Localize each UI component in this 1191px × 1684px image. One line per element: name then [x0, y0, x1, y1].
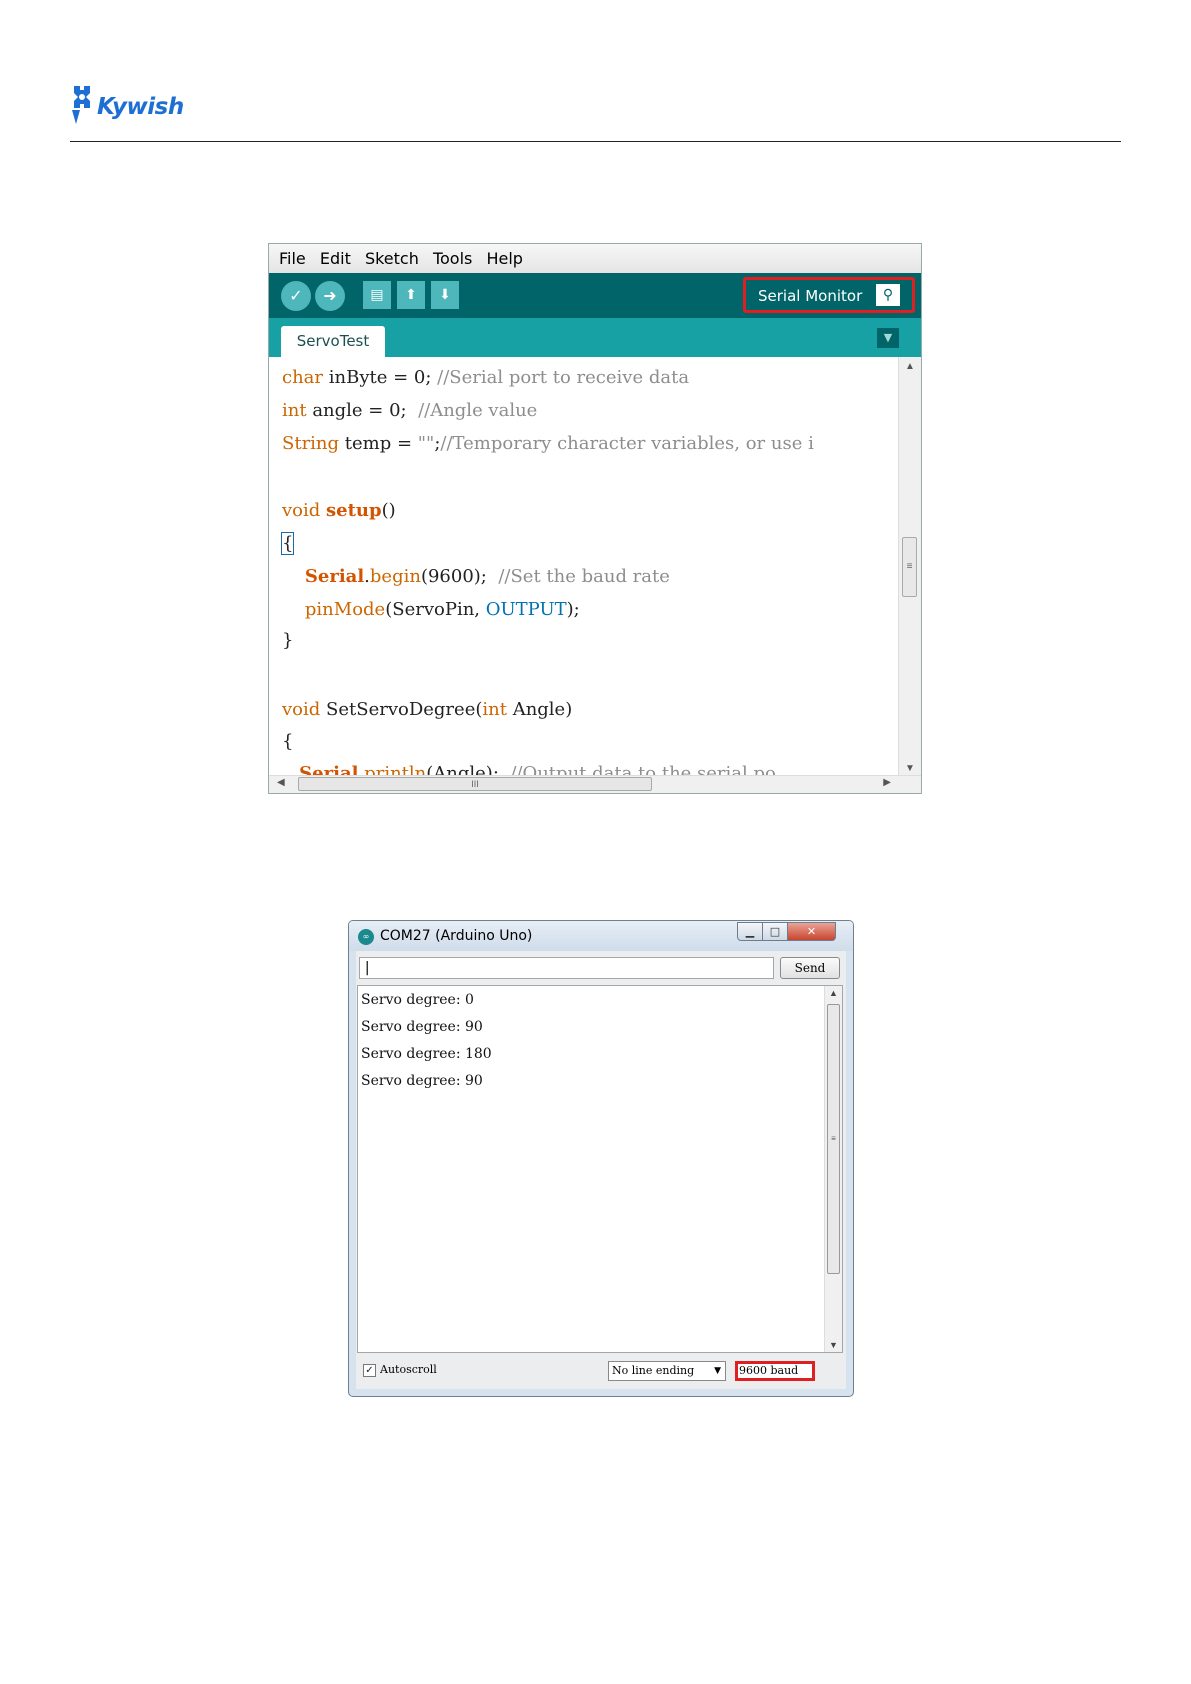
serial-monitor-highlight[interactable]: Serial Monitor ⚲ — [743, 277, 915, 313]
serial-monitor-window: ∞ COM27 (Arduino Uno) ▁ □ ✕ | Send Servo… — [348, 920, 854, 1397]
new-icon[interactable]: ▤ — [363, 281, 391, 309]
logo-wordmark: Kywish — [97, 94, 184, 120]
save-icon[interactable]: ⬇ — [431, 281, 459, 309]
verify-icon[interactable]: ✓ — [281, 281, 311, 311]
line-ending-select[interactable]: No line ending ▼ — [608, 1361, 726, 1381]
header-divider — [70, 141, 1121, 142]
code-editor[interactable]: char inByte = 0; //Serial port to receiv… — [269, 357, 899, 778]
output-vertical-scrollbar[interactable]: ▲ ≡ ▼ — [824, 986, 842, 1352]
code-line: String temp = "";//Temporary character v… — [282, 433, 814, 454]
code-line: void setup() — [282, 500, 396, 521]
open-icon[interactable]: ⬆ — [397, 281, 425, 309]
menu-edit[interactable]: Edit — [320, 244, 351, 273]
code-line: { — [282, 731, 294, 752]
window-title: COM27 (Arduino Uno) — [380, 928, 533, 944]
serial-output-area: Servo degree: 0 Servo degree: 90 Servo d… — [357, 985, 843, 1353]
scroll-down-icon[interactable]: ▼ — [825, 1340, 842, 1350]
code-line: int angle = 0; //Angle value — [282, 400, 538, 421]
ide-toolbar: ✓ ➜ ▤ ⬆ ⬇ Serial Monitor ⚲ — [269, 273, 921, 318]
scroll-down-icon[interactable]: ▼ — [899, 763, 921, 774]
menu-bar: File Edit Sketch Tools Help — [269, 244, 921, 274]
menu-sketch[interactable]: Sketch — [365, 244, 419, 273]
minimize-button[interactable]: ▁ — [737, 922, 763, 941]
code-line: pinMode(ServoPin, OUTPUT); — [304, 599, 580, 620]
code-line: } — [282, 630, 294, 651]
scroll-up-icon[interactable]: ▲ — [899, 361, 921, 372]
scroll-thumb[interactable]: III — [298, 777, 652, 791]
brand-logo: Kywish — [70, 84, 190, 128]
tab-bar: ServoTest ▼ — [269, 318, 921, 357]
maximize-button[interactable]: □ — [762, 922, 788, 941]
editor-horizontal-scrollbar[interactable]: ◀ III ▶ — [269, 775, 921, 793]
editor-vertical-scrollbar[interactable]: ▲ ≡ ▼ — [898, 357, 921, 778]
window-title-bar[interactable]: ∞ COM27 (Arduino Uno) ▁ □ ✕ — [349, 921, 853, 951]
output-line: Servo degree: 0 — [361, 992, 474, 1008]
scroll-right-icon[interactable]: ▶ — [883, 777, 891, 788]
tab-menu-chevron-icon[interactable]: ▼ — [877, 328, 899, 348]
arduino-ide-screenshot: File Edit Sketch Tools Help ✓ ➜ ▤ ⬆ ⬇ Se… — [268, 243, 922, 794]
serial-monitor-footer: ✓ Autoscroll No line ending ▼ 9600 baud — [356, 1357, 846, 1385]
autoscroll-label: Autoscroll — [380, 1363, 437, 1376]
scroll-thumb[interactable]: ≡ — [827, 1004, 840, 1274]
autoscroll-checkbox[interactable]: ✓ — [363, 1364, 376, 1377]
output-line: Servo degree: 180 — [361, 1046, 492, 1062]
serial-monitor-icon[interactable]: ⚲ — [876, 284, 900, 306]
baud-rate-value: 9600 baud — [739, 1364, 799, 1377]
close-button[interactable]: ✕ — [787, 922, 836, 941]
menu-tools[interactable]: Tools — [433, 244, 472, 273]
baud-rate-select[interactable]: 9600 baud — [735, 1361, 815, 1381]
serial-input-field[interactable]: | — [359, 957, 774, 979]
scroll-thumb[interactable]: ≡ — [902, 537, 917, 597]
gear-logo-icon — [72, 86, 90, 124]
serial-monitor-label: Serial Monitor — [758, 287, 863, 305]
output-line: Servo degree: 90 — [361, 1019, 483, 1035]
code-line: { — [280, 532, 295, 555]
menu-help[interactable]: Help — [486, 244, 522, 273]
arduino-logo-icon: ∞ — [358, 929, 374, 945]
serial-monitor-body: | Send Servo degree: 0 Servo degree: 90 … — [356, 951, 846, 1389]
line-ending-value: No line ending — [612, 1364, 695, 1377]
chevron-down-icon: ▼ — [714, 1366, 721, 1376]
code-line: void SetServoDegree(int Angle) — [282, 699, 573, 720]
code-line: char inByte = 0; //Serial port to receiv… — [282, 367, 690, 388]
send-button[interactable]: Send — [780, 957, 840, 979]
code-line: Serial.begin(9600); //Set the baud rate — [304, 566, 670, 587]
scroll-left-icon[interactable]: ◀ — [277, 777, 285, 788]
scroll-up-icon[interactable]: ▲ — [825, 988, 842, 998]
upload-icon[interactable]: ➜ — [315, 281, 345, 311]
menu-file[interactable]: File — [279, 244, 306, 273]
output-line: Servo degree: 90 — [361, 1073, 483, 1089]
tab-servotest[interactable]: ServoTest — [281, 326, 385, 357]
